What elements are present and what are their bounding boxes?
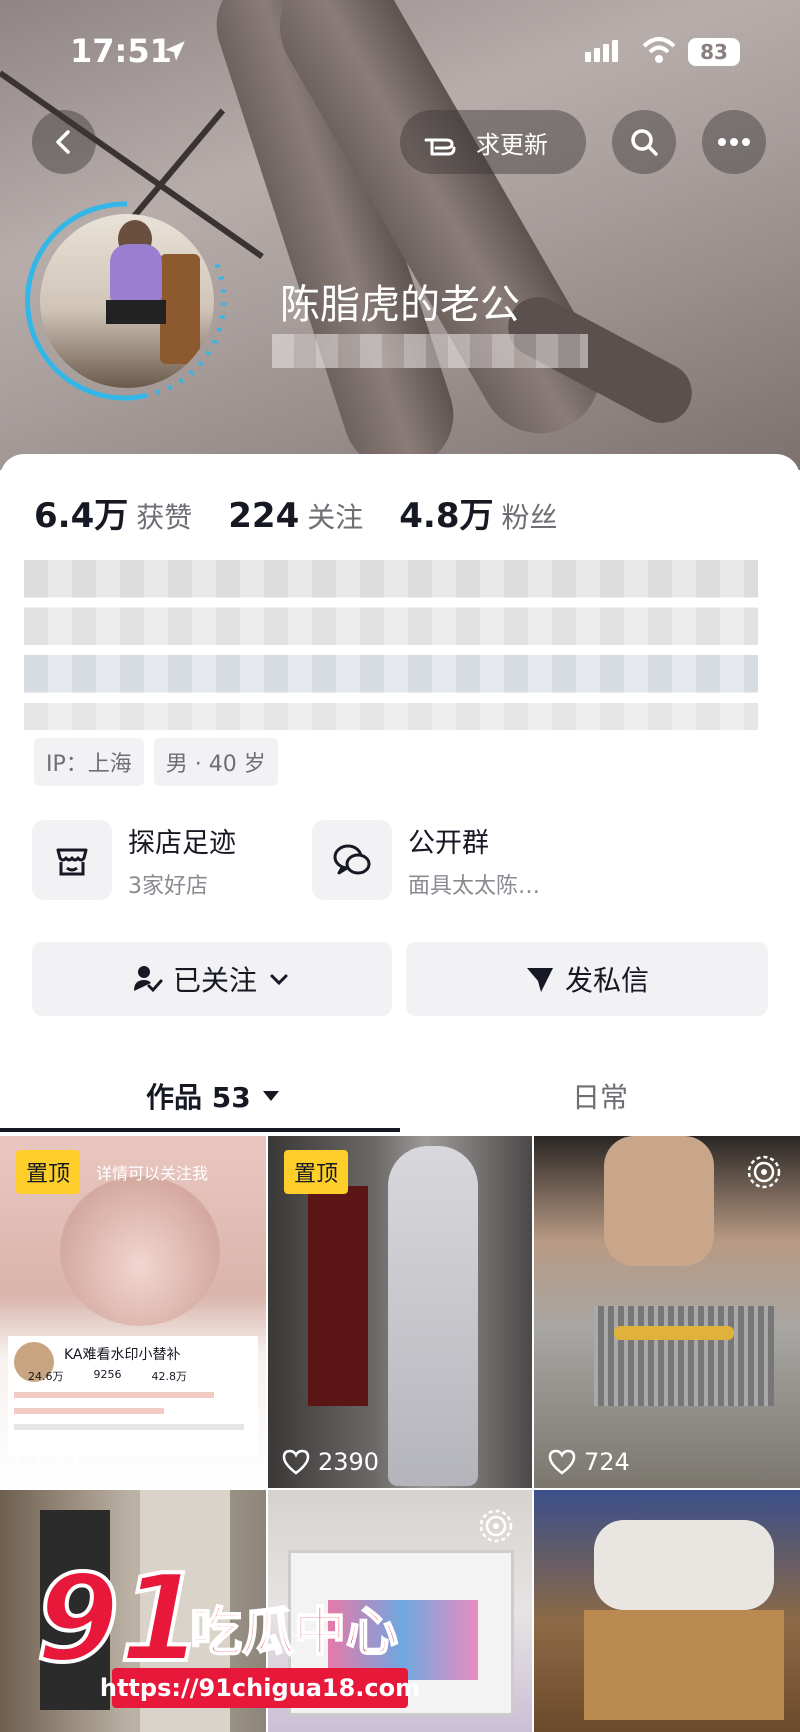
video-card-stat: 42.8万 [151,1370,188,1383]
likes-count: 6.4万 [34,496,129,536]
public-group-entry[interactable]: 公开群 面具太太陈… [312,820,540,900]
send-message-button[interactable]: 发私信 [406,942,768,1016]
video-thumbnail[interactable]: 724 [534,1136,800,1488]
back-button[interactable] [32,110,96,174]
user-check-icon [133,966,163,993]
following-count[interactable]: 224 [228,496,299,536]
request-update-button[interactable]: 求更新 [400,110,586,174]
followers-label[interactable]: 粉丝 [501,496,557,536]
likes-count-text: 535 [50,1448,96,1476]
blurred-bio [24,560,758,730]
caret-down-icon [262,1091,279,1101]
pointing-hand-icon [424,138,456,156]
video-likes: 535 [14,1448,96,1476]
cellular-signal-icon [585,40,621,62]
more-dots-icon [718,138,750,146]
blurred-account-id [272,334,588,368]
tab-daily[interactable]: 日常 [572,1076,628,1116]
video-thumbnail[interactable]: 置顶 2390 [268,1136,532,1488]
video-likes: 724 [548,1448,630,1476]
shop-icon [56,848,88,876]
likes-count-text: 724 [584,1448,630,1476]
search-icon [631,129,658,156]
heart-icon [14,1449,42,1475]
request-update-label: 求更新 [476,130,548,159]
wifi-icon [642,37,676,63]
watermark-url: https://91chigua18.com [100,1668,420,1708]
active-tab-indicator [0,1128,400,1132]
send-message-label: 发私信 [564,964,649,997]
video-card-name: KA难看水印小替补 [64,1347,181,1363]
public-group-title: 公开群 [408,827,489,859]
store-visits-title: 探店足迹 [128,827,236,859]
tab-works[interactable]: 作品 53 [146,1076,281,1116]
followers-count[interactable]: 4.8万 [399,488,493,537]
likes-count-text: 2390 [318,1448,380,1476]
search-button[interactable] [612,110,676,174]
group-chat-icon [333,844,371,875]
pinned-badge: 置顶 [16,1150,81,1194]
store-visits-entry[interactable]: 探店足迹 3家好店 [32,820,236,900]
avatar[interactable] [40,214,214,388]
location-arrow-icon [165,41,185,61]
video-overlay-text: 详情可以关注我 [96,1164,209,1183]
username: 陈脂虎的老公 [280,282,520,328]
heart-icon [282,1449,310,1475]
live-record-icon [479,1509,513,1543]
ip-location-tag: IP：上海 [34,738,144,786]
video-thumbnail[interactable]: 详情可以关注我 KA难看水印小替补 24.6万 9256 42.8万 置顶 53… [0,1136,266,1488]
watermark-logo-text: 吃瓜中心 [189,1602,399,1664]
following-button[interactable]: 已关注 [32,942,392,1016]
following-label-text: 已关注 [172,964,257,997]
likes-label: 获赞 [136,501,193,534]
heart-icon [548,1449,576,1475]
live-record-icon [747,1155,781,1189]
profile-stats: 6.4万 获赞 224 关注 4.8万 粉丝 [34,488,594,537]
public-group-subtitle: 面具太太陈… [408,873,541,899]
paper-plane-icon [526,968,553,992]
chevron-down-icon [270,974,288,986]
video-thumbnail[interactable] [534,1490,800,1732]
status-bar: 17:51 83 [0,0,800,100]
store-visits-subtitle: 3家好店 [128,873,208,899]
following-label[interactable]: 关注 [307,496,363,536]
profile-tags: IP：上海 男 · 40 岁 [34,738,288,786]
pinned-badge: 置顶 [284,1150,349,1194]
battery-indicator: 83 [688,38,740,66]
chevron-left-icon [56,130,70,154]
gender-age-tag: 男 · 40 岁 [153,738,278,786]
video-likes: 2390 [282,1448,379,1476]
video-card-stat: 24.6万 [28,1370,64,1383]
watermark-logo-91: 91 [34,1550,205,1689]
status-time: 17:51 [70,32,172,70]
video-card-stat: 9256 [93,1368,122,1381]
more-options-button[interactable] [702,110,766,174]
tab-works-label: 作品 53 [146,1081,251,1114]
